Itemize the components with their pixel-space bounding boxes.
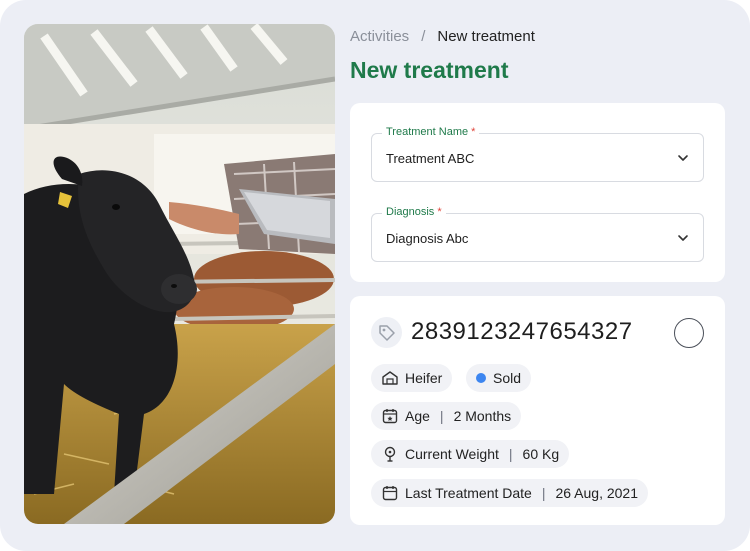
breadcrumb: Activities / New treatment: [350, 28, 535, 45]
chevron-down-icon[interactable]: [677, 152, 689, 164]
animal-type-chip: Heifer: [371, 364, 453, 392]
barn-icon: [382, 371, 398, 385]
cattle-barn-photo: [24, 24, 335, 524]
age-value: 2 Months: [453, 408, 512, 424]
breadcrumb-separator: /: [421, 28, 426, 45]
weight-value: 60 Kg: [522, 446, 560, 462]
weight-pin-icon: [384, 446, 396, 462]
treatment-name-select[interactable]: Treatment Name * Treatment ABC: [371, 126, 704, 182]
animal-type: Heifer: [405, 370, 443, 386]
treatment-name-label: Treatment Name *: [382, 126, 480, 138]
age-chip: Age | 2 Months: [371, 402, 522, 430]
status-dot-icon: [476, 373, 486, 383]
calendar-icon: [382, 486, 398, 501]
tag-icon: [371, 317, 402, 348]
status-text: Sold: [493, 370, 522, 386]
required-marker: *: [437, 206, 442, 218]
treatment-form-card: Treatment Name * Treatment ABC Diagnosis *…: [350, 103, 725, 282]
diagnosis-select[interactable]: Diagnosis * Diagnosis Abc: [371, 206, 704, 262]
last-treatment-chip: Last Treatment Date | 26 Aug, 2021: [371, 479, 649, 507]
age-label: Age: [405, 408, 430, 424]
diagnosis-label: Diagnosis *: [382, 206, 446, 218]
animal-info-card: 2839123247654327 Heifer Sold Age | 2 Month…: [350, 296, 725, 525]
status-badge: Sold: [466, 364, 532, 392]
chevron-down-icon[interactable]: [677, 232, 689, 244]
page-title: New treatment: [350, 57, 509, 83]
breadcrumb-current: New treatment: [437, 28, 535, 45]
treatment-name-value: Treatment ABC: [386, 151, 475, 166]
last-treatment-value: 26 Aug, 2021: [555, 485, 639, 501]
breadcrumb-activities-link[interactable]: Activities: [350, 28, 409, 45]
select-animal-radio[interactable]: [674, 318, 704, 348]
diagnosis-value: Diagnosis Abc: [386, 231, 469, 246]
required-marker: *: [471, 126, 476, 138]
app-frame: Activities / New treatment New treatment T…: [0, 0, 750, 551]
last-treatment-label: Last Treatment Date: [405, 485, 532, 501]
calendar-star-icon: [382, 409, 398, 424]
weight-label: Current Weight: [405, 446, 499, 462]
animal-id: 2839123247654327: [411, 318, 633, 345]
weight-chip: Current Weight | 60 Kg: [371, 440, 570, 468]
